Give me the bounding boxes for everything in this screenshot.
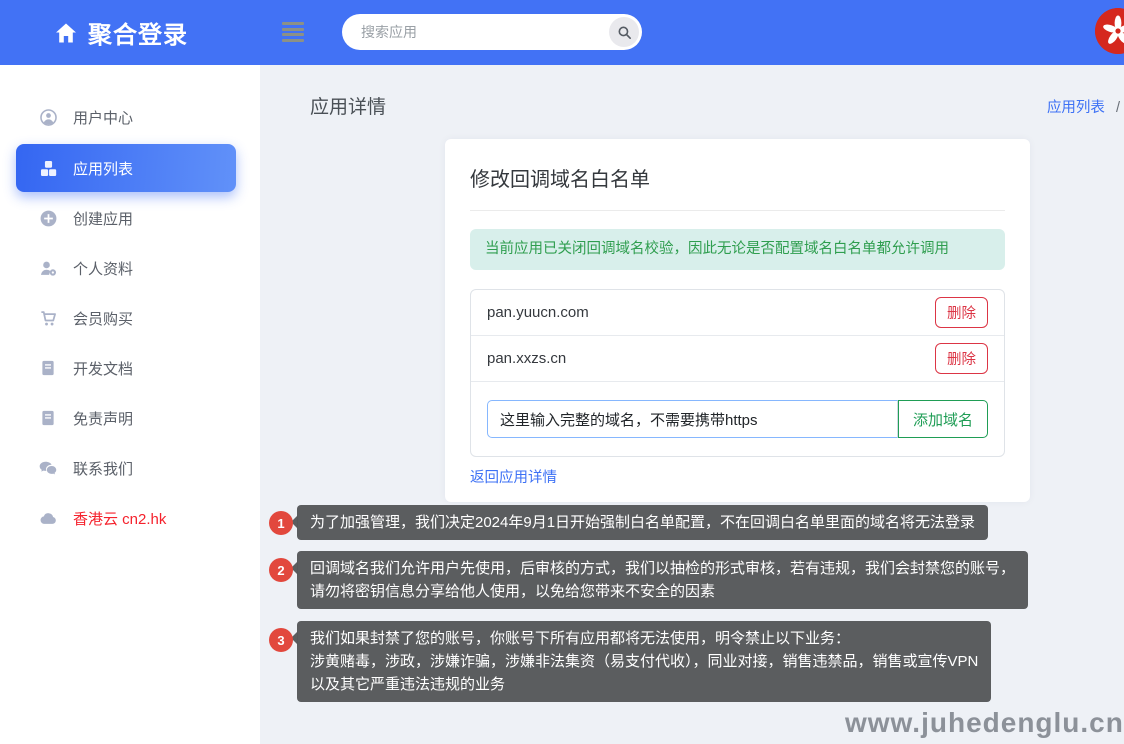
app-title: 聚合登录 [88,15,188,50]
search-button[interactable] [609,17,639,47]
add-domain-row: 添加域名 [471,382,1004,456]
wechat-icon [38,458,58,478]
sidebar-item-user-center[interactable]: 用户中心 [16,93,236,141]
breadcrumb: 应用列表 / [1047,96,1120,117]
user-avatar-hk-flag[interactable] [1095,8,1124,54]
whitelist-card: 修改回调域名白名单 当前应用已关闭回调域名校验，因此无论是否配置域名白名单都允许… [445,139,1030,502]
annotation-tooltip-2: 回调域名我们允许用户先使用，后审核的方式，我们以抽检的形式审核，若有违规，我们会… [297,551,1028,609]
sidebar-item-dev-docs[interactable]: 开发文档 [16,344,236,392]
validation-off-alert: 当前应用已关闭回调域名校验，因此无论是否配置域名白名单都允许调用 [470,229,1005,270]
domain-name: pan.yuucn.com [487,304,589,321]
annotation-badge-1: 1 [269,511,293,535]
back-to-detail-link[interactable]: 返回应用详情 [470,466,557,487]
annotation-badge-3: 3 [269,628,293,652]
user-gear-icon [38,258,58,278]
sidebar: 用户中心 应用列表 创建应用 个人资料 会员购买 开发文档 免责声明 联系我们 … [0,65,260,744]
domain-whitelist: pan.yuucn.com 删除 pan.xxzs.cn 删除 添加域名 [470,289,1005,457]
top-header: 聚合登录 [0,0,1124,65]
annotation-tooltip-3: 我们如果封禁了您的账号，你账号下所有应用都将无法使用，明令禁止以下业务： 涉黄赌… [297,621,991,702]
delete-domain-button[interactable]: 删除 [935,343,988,374]
sidebar-item-hk-cloud[interactable]: 香港云 cn2.hk [16,494,236,542]
domain-input[interactable] [487,400,898,438]
cubes-icon [38,158,58,178]
app-logo[interactable]: 聚合登录 [54,0,188,65]
search-input[interactable] [342,24,609,40]
book-icon [38,408,58,428]
add-domain-button[interactable]: 添加域名 [898,400,988,438]
breadcrumb-app-list-link[interactable]: 应用列表 [1047,100,1105,116]
card-divider [470,210,1005,211]
sidebar-item-create-app[interactable]: 创建应用 [16,194,236,242]
breadcrumb-separator: / [1116,100,1120,116]
sidebar-item-contact-us[interactable]: 联系我们 [16,444,236,492]
sidebar-item-profile[interactable]: 个人资料 [16,244,236,292]
delete-domain-button[interactable]: 删除 [935,297,988,328]
search-box [342,14,642,50]
app-detail-page: { "header": { "logo": "聚合登录", "search": … [0,0,1124,744]
book-icon [38,358,58,378]
domain-name: pan.xxzs.cn [487,350,566,367]
main-content: 应用详情 应用列表 / 修改回调域名白名单 当前应用已关闭回调域名校验，因此无论… [260,65,1124,744]
page-title: 应用详情 [310,92,386,119]
cloud-icon [38,508,58,528]
hk-flag-icon [1095,8,1124,54]
plus-circle-icon [38,208,58,228]
annotation-tooltip-1: 为了加强管理，我们决定2024年9月1日开始强制白名单配置，不在回调白名单里面的… [297,505,988,540]
user-circle-icon [38,107,58,127]
domain-row: pan.yuucn.com 删除 [471,290,1004,336]
home-icon [54,21,78,45]
site-watermark: www.juhedenglu.cn [845,707,1124,739]
sidebar-item-app-list[interactable]: 应用列表 [16,144,236,192]
sidebar-item-disclaimer[interactable]: 免责声明 [16,394,236,442]
sidebar-item-membership[interactable]: 会员购买 [16,294,236,342]
search-icon [616,24,633,41]
cart-icon [38,308,58,328]
domain-row: pan.xxzs.cn 删除 [471,336,1004,382]
annotation-badge-2: 2 [269,558,293,582]
card-title: 修改回调域名白名单 [470,164,1005,194]
menu-toggle-icon[interactable] [282,22,304,42]
